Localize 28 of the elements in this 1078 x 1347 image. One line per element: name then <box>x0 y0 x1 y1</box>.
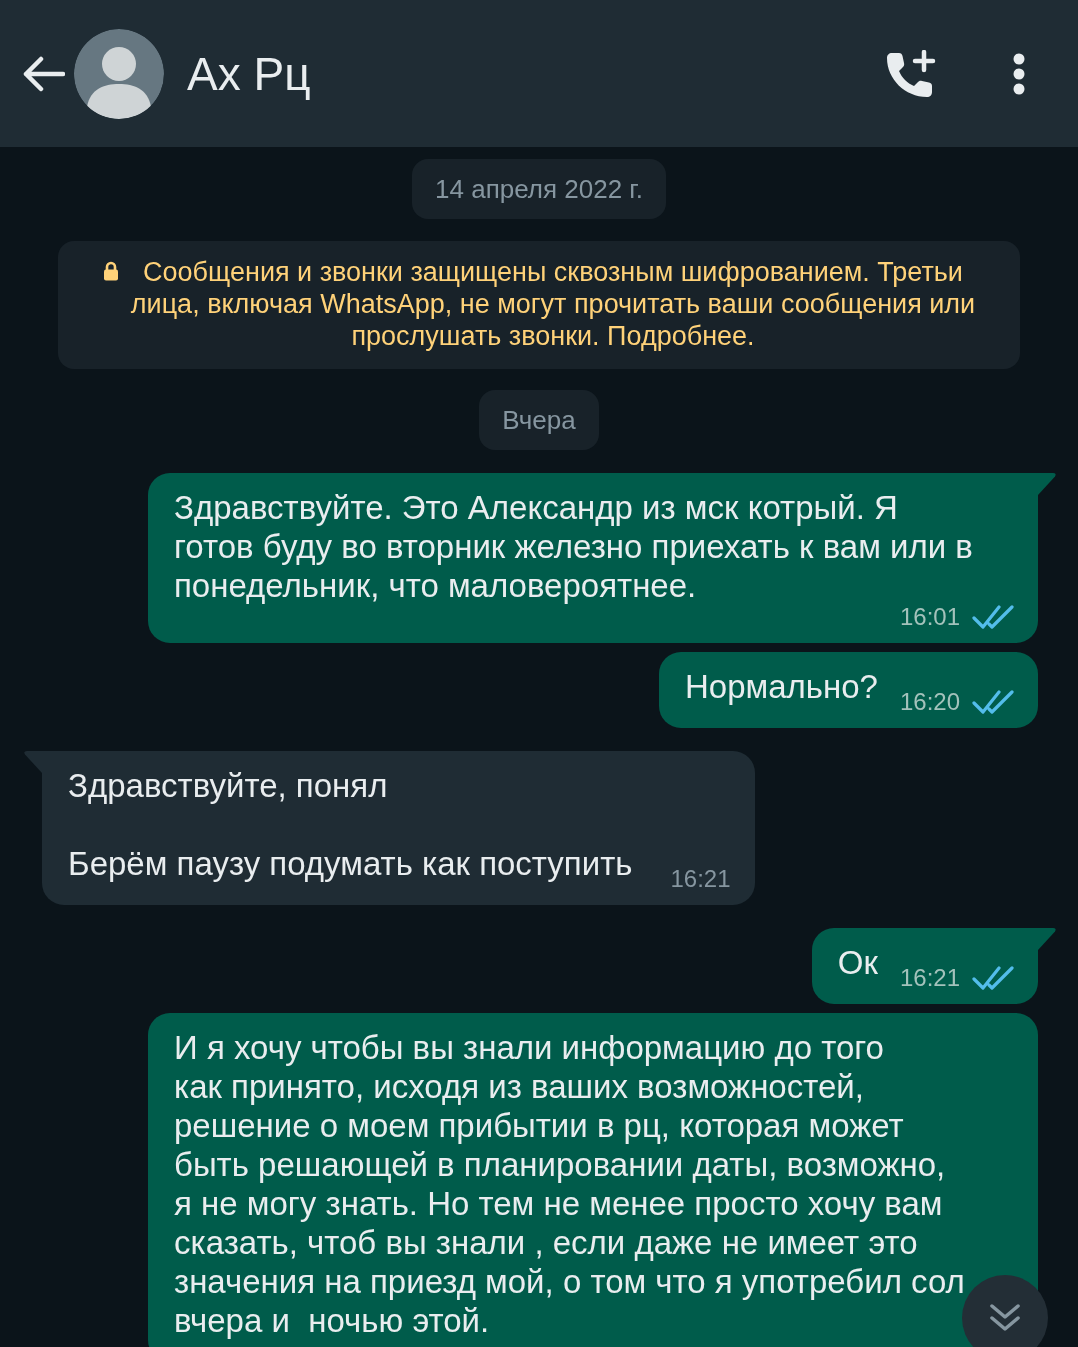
bubble-tail <box>1038 473 1057 495</box>
menu-icon <box>1012 52 1026 95</box>
message-text: Здравствуйте. Это Александр из мск котрый. Я готов буду во вторник железно приехать к вам или в понедельник, что маловероятнее. <box>174 488 973 605</box>
encryption-notice-text: Сообщения и звонки защищены сквозным шифрованием. Третьи лица, включая WhatsApp, не могут прочитать ваши сообщения или прослушать звонки. Подробнее. <box>130 256 976 352</box>
lock-icon <box>102 261 119 281</box>
date-chip: 14 апреля 2022 г. <box>412 159 666 219</box>
back-arrow-icon <box>21 55 65 92</box>
avatar-icon[interactable] <box>74 28 164 119</box>
message-text: Нормально? <box>684 667 878 706</box>
message-time: 16:21 <box>670 867 731 891</box>
message-bubble[interactable] <box>148 1013 1038 1347</box>
double-chevron-down-icon <box>989 1303 1021 1333</box>
bubble-tail <box>23 751 42 773</box>
bubble-tail <box>1038 928 1057 950</box>
message-bubble[interactable]: Здравствуйте. Это Александр из мск котрый. Я готов буду во вторник железно приехать к вам или в понедельник, что маловероятнее. 16:01 <box>148 473 1038 643</box>
message-time: 16:01 <box>899 605 960 629</box>
message-time: 16:21 <box>899 966 960 990</box>
scroll-down-button[interactable] <box>962 1275 1048 1347</box>
message-bubble[interactable]: Здравствуйте, понял Берём паузу подумать как поступить 16:21 <box>42 751 755 905</box>
encryption-notice[interactable]: Сообщения и звонки защищены сквозным шифрованием. Третьи лица, включая WhatsApp, не могут прочитать ваши сообщения или прослушать звонки. Подробнее. <box>58 241 1020 369</box>
message-time: 16:20 <box>899 690 960 714</box>
message-text: Здравствуйте, понял Берём паузу подумать как поступить <box>68 766 633 883</box>
message-bubble[interactable]: Ок 16:21 <box>811 928 1038 1004</box>
date-chip: Вчера <box>479 390 599 450</box>
message-bubble[interactable]: Нормально? 16:20 <box>658 652 1038 728</box>
message-text: И я хочу чтобы вы знали информацию до того как принято, исходя из ваших возможностей, решение о моем прибытии в рц, которая может быть решающей в планировании даты, возможно, я не могу знать. Но тем не менее просто хочу вам сказать, чтоб вы знали , если даже не имеет это значения на приезд мой, о том что я употребил сол вчера и ночью этой. <box>174 1028 965 1340</box>
message-text: Ок <box>837 943 878 982</box>
phone-plus-icon <box>884 49 936 98</box>
